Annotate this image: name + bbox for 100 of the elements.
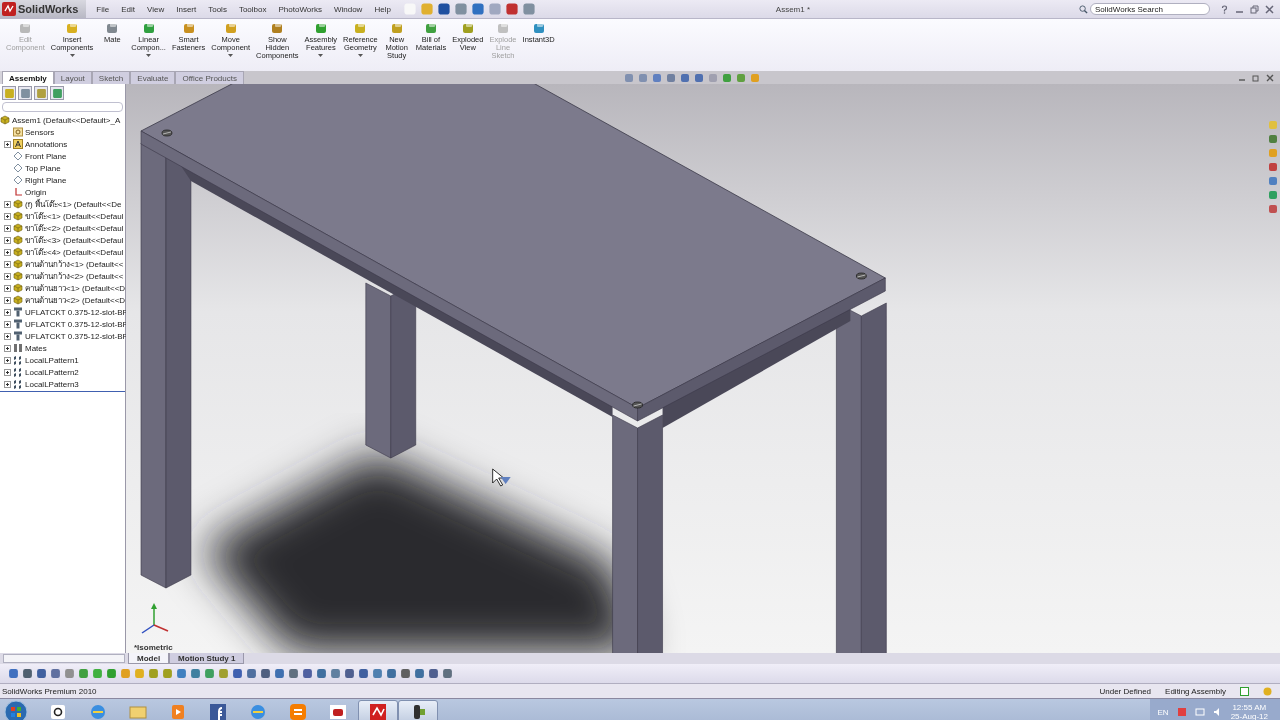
expand-toggle-icon[interactable]: [4, 200, 11, 208]
search-icon[interactable]: [1079, 4, 1088, 14]
toolbar-tool-icon[interactable]: [64, 668, 75, 679]
tree-item[interactable]: Right Plane: [25, 175, 67, 185]
tree-item[interactable]: (f) พื้นโต๊ะ<1> (Default<<De: [25, 197, 122, 211]
toolbar-tool-icon[interactable]: [148, 668, 159, 679]
tree-item[interactable]: ขาโต๊ะ<2> (Default<<Defaul: [25, 221, 124, 235]
tree-item[interactable]: Sensors: [25, 127, 55, 137]
network-icon[interactable]: [1194, 707, 1205, 717]
expand-toggle-icon[interactable]: [4, 212, 11, 220]
feature-manager-tab[interactable]: [2, 86, 16, 100]
caret-icon[interactable]: [318, 54, 324, 57]
toolbar-tool-icon[interactable]: [246, 668, 257, 679]
expand-toggle-icon[interactable]: [4, 320, 11, 328]
tree-item[interactable]: Annotations: [25, 139, 68, 149]
caret-icon[interactable]: [357, 54, 363, 57]
tree-item[interactable]: LocalLPattern1: [25, 355, 79, 365]
toolbar-tool-icon[interactable]: [358, 668, 369, 679]
toolbar-tool-icon[interactable]: [190, 668, 201, 679]
toolbar-tool-icon[interactable]: [106, 668, 117, 679]
expand-toggle-icon[interactable]: [4, 380, 11, 388]
toolbar-tool-icon[interactable]: [176, 668, 187, 679]
menu-item[interactable]: Help: [368, 4, 397, 14]
expand-toggle-icon[interactable]: [4, 248, 11, 256]
toolbar-tool-icon[interactable]: [442, 668, 453, 679]
property-manager-tab[interactable]: [18, 86, 32, 100]
tree-item[interactable]: ขาโต๊ะ<3> (Default<<Defaul: [25, 233, 124, 247]
tree-item[interactable]: Assem1 (Default<<Default>_A: [12, 115, 121, 125]
configuration-tab[interactable]: [34, 86, 48, 100]
menu-item[interactable]: Tools: [202, 4, 233, 14]
menu-item[interactable]: View: [141, 4, 171, 14]
expand-toggle-icon[interactable]: [4, 308, 11, 316]
command-tab[interactable]: Assembly: [2, 71, 54, 84]
toolbar-tool-icon[interactable]: [218, 668, 229, 679]
tree-item[interactable]: ขาโต๊ะ<4> (Default<<Defaul: [25, 245, 124, 259]
toolbar-tool-icon[interactable]: [260, 668, 271, 679]
caret-icon[interactable]: [69, 54, 75, 57]
tree-item[interactable]: คานด้านยาว<1> (Default<<D: [25, 281, 126, 295]
expand-toggle-icon[interactable]: [4, 356, 11, 364]
restore-icon[interactable]: [1252, 73, 1260, 82]
tree-item[interactable]: Top Plane: [25, 163, 61, 173]
expand-toggle-icon[interactable]: [4, 296, 11, 304]
tree-item[interactable]: UFLATCKT 0.375-12-slot-BF: [25, 319, 128, 329]
toolbar-tool-icon[interactable]: [78, 668, 89, 679]
tree-item[interactable]: Origin: [25, 187, 47, 197]
toolbar-tool-icon[interactable]: [36, 668, 47, 679]
display-manager-tab[interactable]: [50, 86, 64, 100]
expand-toggle-icon[interactable]: [4, 272, 11, 280]
caret-icon[interactable]: [146, 54, 152, 57]
close-icon[interactable]: [1265, 4, 1274, 14]
toolbar-tool-icon[interactable]: [344, 668, 355, 679]
command-tab[interactable]: Layout: [53, 71, 92, 84]
toolbar-tool-icon[interactable]: [50, 668, 61, 679]
expand-toggle-icon[interactable]: [4, 236, 11, 244]
toolbar-tool-icon[interactable]: [274, 668, 285, 679]
expand-toggle-icon[interactable]: [4, 332, 11, 340]
tree-item[interactable]: LocalLPattern2: [25, 367, 79, 377]
menu-item[interactable]: Edit: [115, 4, 141, 14]
toolbar-tool-icon[interactable]: [288, 668, 299, 679]
close-icon[interactable]: [1266, 73, 1274, 82]
expand-toggle-icon[interactable]: [4, 260, 11, 268]
toolbar-tool-icon[interactable]: [372, 668, 383, 679]
toolbar-tool-icon[interactable]: [316, 668, 327, 679]
toolbar-tool-icon[interactable]: [92, 668, 103, 679]
expand-toggle-icon[interactable]: [4, 140, 11, 148]
taskbar-app[interactable]: [398, 700, 438, 720]
tree-item[interactable]: UFLATCKT 0.375-12-slot-BF: [25, 331, 128, 341]
tree-item[interactable]: Front Plane: [25, 151, 67, 161]
command-tab[interactable]: Office Products: [175, 71, 244, 84]
toolbar-tool-icon[interactable]: [232, 668, 243, 679]
toolbar-tool-icon[interactable]: [8, 668, 19, 679]
toolbar-tool-icon[interactable]: [386, 668, 397, 679]
tree-item[interactable]: ขาโต๊ะ<1> (Default<<Defaul: [25, 209, 124, 223]
expand-toggle-icon[interactable]: [4, 284, 11, 292]
tree-item[interactable]: Mates: [25, 343, 47, 353]
toolbar-tool-icon[interactable]: [22, 668, 33, 679]
menu-item[interactable]: PhotoWorks: [272, 4, 328, 14]
toolbar-tool-icon[interactable]: [204, 668, 215, 679]
toolbar-tool-icon[interactable]: [302, 668, 313, 679]
tree-item[interactable]: คานด้านยาว<2> (Default<<D: [25, 293, 126, 307]
command-tab[interactable]: Evaluate: [130, 71, 176, 84]
menu-item[interactable]: Window: [327, 4, 369, 14]
tree-item[interactable]: คานด้านกว้าง<2> (Default<<: [25, 269, 124, 283]
menu-item[interactable]: Toolbox: [232, 4, 273, 14]
command-tab[interactable]: Sketch: [91, 71, 131, 84]
menu-item[interactable]: Insert: [170, 4, 203, 14]
tree-item[interactable]: LocalLPattern3: [25, 379, 79, 389]
toolbar-tool-icon[interactable]: [428, 668, 439, 679]
toolbar-tool-icon[interactable]: [414, 668, 425, 679]
caret-icon[interactable]: [228, 54, 234, 57]
start-button[interactable]: [4, 700, 28, 720]
toolbar-tool-icon[interactable]: [162, 668, 173, 679]
expand-toggle-icon[interactable]: [4, 344, 11, 352]
search-field[interactable]: SolidWorks Search: [1090, 3, 1210, 15]
toolbar-tool-icon[interactable]: [330, 668, 341, 679]
restore-icon[interactable]: [1250, 4, 1259, 14]
horizontal-scrollbar[interactable]: [3, 654, 125, 663]
expand-toggle-icon[interactable]: [4, 368, 11, 376]
flag-icon[interactable]: [1176, 707, 1187, 717]
filter-field[interactable]: [2, 102, 123, 112]
